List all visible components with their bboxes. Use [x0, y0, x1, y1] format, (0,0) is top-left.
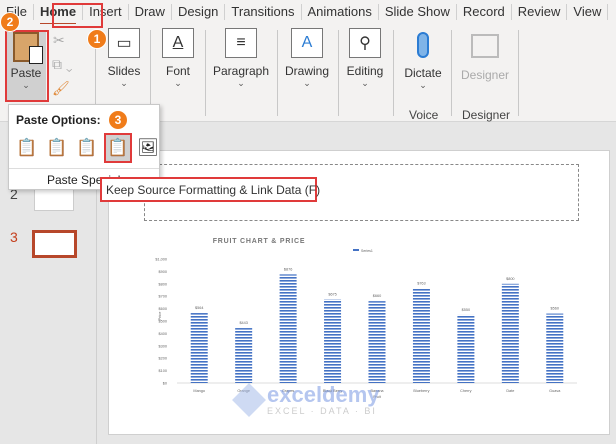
y-tick-label: $900 [159, 270, 167, 274]
data-label: $876 [284, 267, 292, 271]
x-tick-label: Mango [193, 389, 205, 393]
y-axis-label: Price [158, 312, 162, 321]
format-painter-icon[interactable]: 🖌 [52, 80, 70, 97]
tab-view[interactable]: View [567, 4, 609, 20]
search-icon: ⚲ [349, 28, 381, 58]
data-label: $550 [462, 308, 470, 312]
chart-title: FRUIT CHART & PRICE [213, 238, 306, 245]
bar [501, 283, 519, 383]
paste-highlight [5, 30, 49, 102]
data-label: $763 [417, 281, 425, 285]
chevron-down-icon: ⌄ [174, 78, 182, 88]
step-badge-3: 3 [108, 110, 128, 130]
data-label: $675 [328, 292, 336, 296]
slide-number-3: 3 [10, 229, 18, 245]
keep-source-formatting-icon[interactable]: 📋 [45, 135, 69, 161]
x-tick-label: Date [506, 389, 514, 393]
x-tick-label: Guava [549, 389, 561, 393]
paragraph-icon: ≡ [225, 28, 257, 58]
tab-design[interactable]: Design [172, 4, 226, 20]
copy-icon[interactable]: ⧉ ⌄ [52, 56, 73, 73]
microphone-icon [417, 32, 429, 58]
editing-button[interactable]: ⚲ Editing ⌄ [343, 28, 387, 89]
font-icon: A [162, 28, 194, 58]
group-label-designer: Designer [462, 108, 511, 122]
x-tick-label: Blueberry [413, 389, 429, 393]
slides-button[interactable]: ▭ Slides ⌄ [102, 28, 146, 89]
designer-button[interactable]: Designer [456, 28, 514, 82]
use-destination-link-data-icon[interactable]: 📋 [75, 135, 99, 161]
legend-label: Series1 [361, 249, 373, 253]
chevron-down-icon: ⌄ [237, 78, 245, 88]
tab-animations[interactable]: Animations [302, 4, 379, 20]
bar [279, 274, 297, 383]
watermark-tagline: EXCEL · DATA · BI [267, 406, 377, 416]
designer-icon [471, 34, 499, 58]
y-tick-label: $300 [159, 344, 167, 348]
y-tick-label: $400 [159, 332, 167, 336]
dictate-button[interactable]: Dictate ⌄ [400, 28, 446, 91]
tab-review[interactable]: Review [512, 4, 568, 20]
drawing-button[interactable]: A Drawing ⌄ [282, 28, 332, 89]
tooltip: Keep Source Formatting & Link Data (F) [100, 177, 320, 202]
data-label: $443 [239, 321, 247, 325]
data-label: $800 [506, 277, 514, 281]
keep-source-link-data-icon[interactable]: 📋 [104, 133, 132, 163]
watermark: exceldemy EXCEL · DATA · BI [232, 382, 380, 417]
y-tick-label: $1,000 [155, 258, 167, 262]
home-tab-highlight [52, 3, 103, 28]
tab-transitions[interactable]: Transitions [225, 4, 302, 20]
paste-options-title: Paste Options: [16, 113, 101, 127]
bar [190, 313, 208, 383]
tab-slide-show[interactable]: Slide Show [379, 4, 457, 20]
exceldemy-logo-icon [232, 383, 266, 417]
data-label: $660 [373, 294, 381, 298]
chevron-down-icon: ⌄ [120, 78, 128, 88]
bar [412, 288, 430, 383]
use-destination-theme-icon[interactable]: 📋 [15, 135, 39, 161]
tab-draw[interactable]: Draw [129, 4, 172, 20]
bar [368, 301, 386, 383]
chevron-down-icon: ⌄ [303, 78, 311, 88]
y-tick-label: $600 [159, 307, 167, 311]
bar [235, 328, 253, 383]
group-label-voice: Voice [409, 108, 439, 122]
paragraph-button[interactable]: ≡ Paragraph ⌄ [210, 28, 272, 89]
data-label: $560 [551, 307, 559, 311]
picture-icon[interactable]: 🖼 [136, 135, 160, 161]
watermark-brand: exceldemy [267, 382, 380, 407]
bar [457, 314, 475, 383]
legend-swatch [353, 249, 359, 251]
data-label: $564 [195, 306, 203, 310]
y-tick-label: $700 [159, 295, 167, 299]
y-tick-label: $100 [159, 369, 167, 373]
tab-record[interactable]: Record [457, 4, 512, 20]
slide-thumbnail-3[interactable] [32, 230, 77, 258]
x-tick-label: Cherry [460, 389, 471, 393]
y-tick-label: $200 [159, 357, 167, 361]
font-button[interactable]: A Font ⌄ [156, 28, 200, 89]
bar [546, 313, 564, 383]
step-badge-2: 2 [0, 12, 20, 32]
y-tick-label: $0 [163, 382, 167, 386]
y-tick-label: $800 [159, 282, 167, 286]
cut-icon[interactable]: ✂ [53, 32, 65, 49]
bar [324, 299, 342, 383]
slide-layout-icon: ▭ [108, 28, 140, 58]
step-badge-1: 1 [87, 29, 107, 49]
shapes-icon: A [291, 28, 323, 58]
chevron-down-icon: ⌄ [419, 80, 427, 90]
chevron-down-icon: ⌄ [361, 78, 369, 88]
